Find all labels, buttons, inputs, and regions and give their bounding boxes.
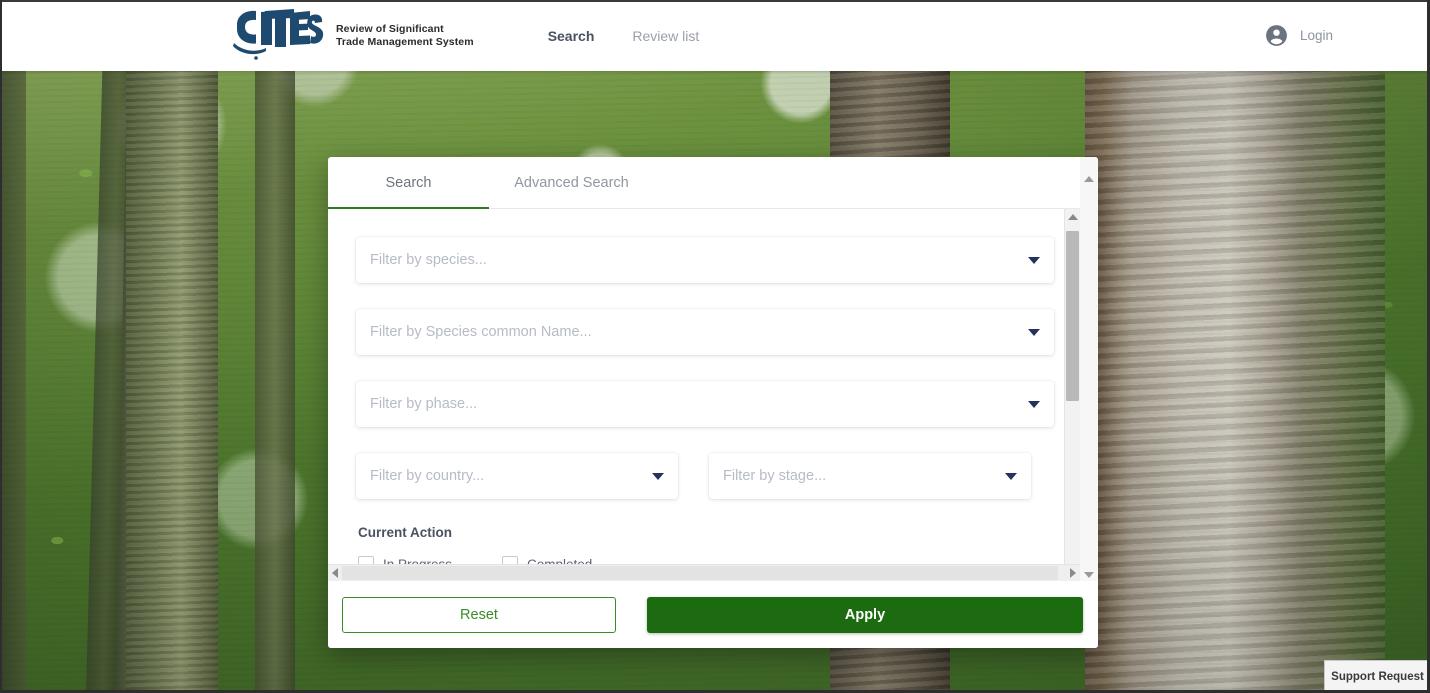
chevron-down-icon[interactable] bbox=[1005, 472, 1017, 480]
tab-advanced-search[interactable]: Advanced Search bbox=[489, 157, 654, 209]
filter-form-scroll-viewport: Filter by species... Filter by Species c… bbox=[328, 209, 1080, 581]
top-navigation-bar: Review of Significant Trade Management S… bbox=[0, 0, 1430, 71]
cites-logo-icon bbox=[233, 8, 324, 60]
filter-species-placeholder: Filter by species... bbox=[370, 252, 487, 268]
card-vertical-scrollbar[interactable] bbox=[1080, 157, 1098, 598]
form-vertical-scrollbar[interactable] bbox=[1064, 209, 1080, 581]
form-scrollbar-thumb[interactable] bbox=[1066, 231, 1079, 401]
filter-phase-placeholder: Filter by phase... bbox=[370, 396, 478, 412]
filter-form: Filter by species... Filter by Species c… bbox=[328, 209, 1080, 572]
card-tab-bar: Search Advanced Search bbox=[328, 157, 1098, 210]
tab-search[interactable]: Search bbox=[328, 157, 489, 210]
chevron-down-icon[interactable] bbox=[1028, 328, 1040, 336]
account-circle-icon bbox=[1266, 25, 1287, 46]
chevron-down-icon[interactable] bbox=[1028, 400, 1040, 408]
apply-button[interactable]: Apply bbox=[647, 596, 1083, 633]
nav-item-review-list[interactable]: Review list bbox=[632, 28, 699, 44]
filter-phase-field[interactable]: Filter by phase... bbox=[356, 381, 1054, 427]
chevron-down-icon[interactable] bbox=[652, 472, 664, 480]
filter-country-placeholder: Filter by country... bbox=[370, 468, 485, 484]
brand-subtitle: Review of Significant Trade Management S… bbox=[336, 23, 474, 49]
screen-edge-left bbox=[0, 0, 2, 693]
card-action-bar: Reset Apply bbox=[328, 581, 1098, 648]
support-request-button[interactable]: Support Request bbox=[1324, 660, 1430, 693]
brand-subtitle-line2: Trade Management System bbox=[336, 35, 474, 48]
form-horizontal-scrollbar[interactable] bbox=[328, 564, 1080, 581]
scroll-right-arrow-icon[interactable] bbox=[1070, 568, 1076, 578]
chevron-down-icon[interactable] bbox=[1028, 256, 1040, 264]
filter-stage-field[interactable]: Filter by stage... bbox=[709, 453, 1031, 499]
login-button[interactable]: Login bbox=[1264, 23, 1333, 48]
filter-country-field[interactable]: Filter by country... bbox=[356, 453, 678, 499]
filter-species-common-name-field[interactable]: Filter by Species common Name... bbox=[356, 309, 1054, 355]
filter-row-country-stage: Filter by country... Filter by stage... bbox=[356, 453, 1054, 523]
nav-item-search[interactable]: Search bbox=[548, 28, 595, 44]
current-action-title: Current Action bbox=[358, 525, 452, 540]
scroll-up-arrow-icon[interactable] bbox=[1084, 159, 1094, 182]
filter-species-common-name-placeholder: Filter by Species common Name... bbox=[370, 324, 592, 340]
horizontal-scrollbar-thumb[interactable] bbox=[342, 566, 1058, 580]
primary-nav: Search Review list bbox=[548, 28, 700, 44]
scroll-left-arrow-icon[interactable] bbox=[332, 568, 338, 578]
reset-button[interactable]: Reset bbox=[342, 596, 616, 633]
filter-species-field[interactable]: Filter by species... bbox=[356, 237, 1054, 283]
brand-block: Review of Significant Trade Management S… bbox=[232, 7, 474, 65]
login-label: Login bbox=[1299, 28, 1333, 43]
scroll-up-arrow-icon[interactable] bbox=[1065, 209, 1081, 225]
cites-logo[interactable] bbox=[232, 7, 324, 65]
search-filter-card: Search Advanced Search Filter by species… bbox=[328, 157, 1098, 648]
filter-stage-placeholder: Filter by stage... bbox=[723, 468, 827, 484]
brand-subtitle-line1: Review of Significant bbox=[336, 22, 444, 35]
screen-edge-top bbox=[0, 0, 1430, 2]
